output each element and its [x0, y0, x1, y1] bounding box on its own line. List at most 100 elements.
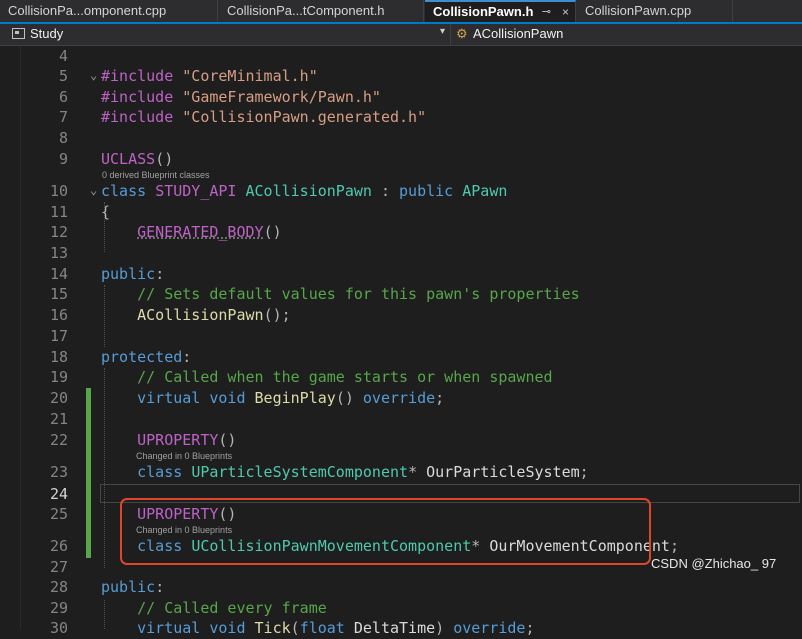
pin-tab-icon[interactable]: ⊸ — [542, 2, 551, 22]
line-number: 26 — [49, 537, 68, 555]
tab-collision-movement-component-h[interactable]: CollisionPa...tComponent.h — [219, 0, 424, 22]
code-line: // Sets default values for this pawn's p… — [101, 284, 580, 305]
code-line: public: — [101, 577, 164, 598]
access-specifier: public — [101, 265, 156, 283]
macro-uclass: UCLASS — [101, 150, 156, 168]
keyword: public — [399, 182, 454, 200]
tab-collision-pawn-cpp[interactable]: CollisionPawn.cpp — [577, 0, 733, 22]
collapse-chevron-icon[interactable]: ⌄ — [90, 65, 97, 86]
tab-label: CollisionPa...tComponent.h — [227, 3, 385, 18]
preprocessor: #include — [101, 108, 174, 126]
line-number: 9 — [58, 150, 68, 168]
string-literal: "CoreMinimal.h" — [182, 67, 318, 85]
base-class-name: APawn — [462, 182, 508, 200]
macro-uproperty: UPROPERTY — [137, 431, 219, 449]
project-dropdown[interactable]: Study ▾ — [0, 24, 451, 45]
code-line: GENERATED_BODY() — [101, 222, 282, 243]
line-number: 6 — [58, 88, 68, 106]
line-number: 20 — [49, 389, 68, 407]
punctuation: ; — [669, 537, 679, 555]
code-line: // Called every frame — [101, 598, 327, 619]
tab-collision-pawn-h[interactable]: CollisionPawn.h ⊸ × — [425, 0, 576, 22]
punctuation: ; — [525, 619, 535, 637]
punctuation: () — [263, 223, 282, 241]
line-number: 15 — [49, 285, 68, 303]
line-number: 13 — [49, 244, 68, 262]
code-line: UCLASS() — [101, 149, 173, 170]
line-number: 12 — [49, 223, 68, 241]
code-editor[interactable]: 4 5 6 7 8 9 10 11 12 13 14 15 16 17 18 1… — [0, 46, 802, 637]
access-specifier: public — [101, 578, 156, 596]
scope-name: ACollisionPawn — [473, 26, 564, 41]
project-name: Study — [30, 26, 64, 41]
change-indicator-bar — [86, 388, 91, 558]
keyword: override — [362, 389, 436, 407]
code-line: protected: — [101, 347, 191, 368]
codelens-derived-classes[interactable]: 0 derived Blueprint classes — [102, 170, 210, 180]
punctuation: () — [218, 431, 237, 449]
tab-label: CollisionPa...omponent.cpp — [8, 3, 167, 18]
code-line: class UParticleSystemComponent* OurParti… — [101, 462, 589, 483]
tab-label: CollisionPawn.cpp — [585, 3, 692, 18]
keyword: override — [453, 619, 526, 637]
document-tab-bar: CollisionPa...omponent.cpp CollisionPa..… — [0, 0, 802, 24]
punctuation: : — [155, 265, 165, 283]
code-line: UPROPERTY() — [101, 430, 236, 451]
line-number: 7 — [58, 108, 68, 126]
punctuation: : — [155, 578, 165, 596]
string-literal: "GameFramework/Pawn.h" — [182, 88, 381, 106]
punctuation: (); — [263, 306, 291, 324]
punctuation: ) — [435, 619, 445, 637]
function-name: Tick — [254, 619, 291, 637]
class-name: ACollisionPawn — [245, 182, 372, 200]
punctuation: () — [335, 389, 354, 407]
brace: { — [101, 203, 111, 221]
macro-api: STUDY_API — [155, 182, 237, 200]
project-icon — [12, 28, 25, 39]
punctuation: ; — [435, 389, 445, 407]
line-number: 25 — [49, 505, 68, 523]
scope-dropdown[interactable]: ⚙ ACollisionPawn — [451, 24, 802, 45]
line-number: 17 — [49, 327, 68, 345]
chevron-down-icon[interactable]: ▾ — [440, 26, 445, 37]
keyword: virtual — [137, 619, 201, 637]
line-number: 11 — [49, 203, 68, 221]
function-name: BeginPlay — [254, 389, 336, 407]
punctuation: ( — [290, 619, 300, 637]
line-number: 4 — [58, 47, 68, 65]
comment: // Called every frame — [137, 599, 327, 617]
keyword: class — [137, 463, 183, 481]
keyword: class — [101, 182, 147, 200]
collapse-chevron-icon[interactable]: ⌄ — [90, 180, 97, 201]
punctuation: : — [182, 348, 192, 366]
type-name: UParticleSystemComponent — [191, 463, 409, 481]
code-line: #include "CoreMinimal.h" — [101, 66, 318, 87]
line-number: 8 — [58, 129, 68, 147]
line-number: 29 — [49, 599, 68, 617]
close-tab-icon[interactable]: × — [562, 2, 569, 22]
code-line: ACollisionPawn(); — [101, 305, 291, 326]
tab-collision-particle-component-cpp[interactable]: CollisionPa...omponent.cpp — [0, 0, 218, 22]
code-line: { — [101, 202, 110, 223]
line-number: 28 — [49, 578, 68, 596]
punctuation: () — [155, 150, 174, 168]
class-icon: ⚙ — [456, 26, 468, 41]
line-number: 18 — [49, 348, 68, 366]
annotation-highlight-box — [120, 498, 651, 565]
preprocessor: #include — [101, 67, 174, 85]
line-number: 23 — [49, 463, 68, 481]
line-number: 10 — [49, 182, 68, 200]
line-number: 5 — [58, 67, 68, 85]
tab-label: CollisionPawn.h — [433, 4, 534, 19]
code-line: #include "CollisionPawn.generated.h" — [101, 107, 426, 128]
line-number: 22 — [49, 431, 68, 449]
punctuation: * — [408, 463, 418, 481]
keyword: virtual — [137, 389, 201, 407]
punctuation: ; — [579, 463, 589, 481]
line-number: 21 — [49, 410, 68, 428]
macro-generated-body: GENERATED_BODY — [137, 223, 264, 241]
code-line: virtual void BeginPlay() override; — [101, 388, 444, 409]
preprocessor: #include — [101, 88, 174, 106]
code-line: #include "GameFramework/Pawn.h" — [101, 87, 381, 108]
codelens-blueprint-changes[interactable]: Changed in 0 Blueprints — [136, 451, 232, 461]
